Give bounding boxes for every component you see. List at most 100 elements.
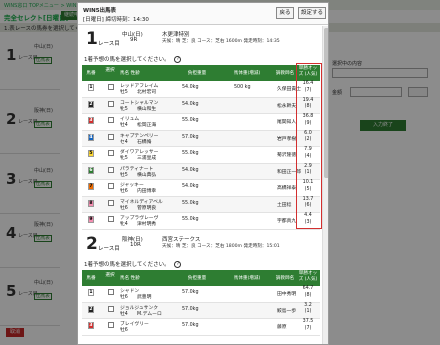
col-gate: 馬番 [86, 276, 96, 281]
race-name: 西宮ステークス [162, 237, 201, 243]
carried-weight: 55.0kg [182, 217, 199, 222]
carried-weight: 57.0kg [182, 290, 199, 295]
win-odds: 3.2 [304, 302, 312, 308]
race-info: 天候：晴 芝：良 コース：芝右 1800m 発走時刻：15:01 [162, 244, 280, 249]
select-checkbox[interactable] [108, 117, 114, 123]
set-button[interactable]: 設定する [298, 7, 326, 19]
jockey-name: 三浦皇成 [137, 156, 157, 161]
back-button[interactable]: 戻る [276, 7, 294, 19]
sex-age: 牡6 [120, 295, 128, 300]
modal-subtitle: [日曜日] 締切時刻：14:30 [83, 17, 149, 23]
jockey-name: 横山和生 [137, 106, 157, 112]
modal-header: WIN5出馬表 [日曜日] 締切時刻：14:30 戻る 設定する [78, 3, 328, 25]
select-checkbox[interactable] [108, 305, 114, 312]
select-checkbox[interactable] [108, 166, 114, 173]
sex-age: 牡6 [120, 328, 128, 333]
gate-number: 2 [88, 305, 94, 313]
race-no: 9R [130, 37, 138, 43]
modal-body: 1 レース目 中山(日) 9R 木更津特別 天候：晴 芝：良 コース：芝右 16… [78, 26, 322, 344]
trainer-name: 土田稔 [277, 202, 292, 208]
trainer-name: 松永幹夫 [277, 103, 297, 109]
gate-number: 4 [88, 133, 94, 141]
table-header: 馬番 選択 馬名 性齢 負担重量 馬体重(増減) 調教師名 単勝オッズ (人気) [82, 270, 320, 286]
odds-cell: 64.7 (8) [299, 286, 317, 299]
select-checkbox[interactable] [108, 133, 114, 140]
instruction: 1着予想の馬を選択してください。 ? [84, 260, 182, 268]
trainer-name: 藤原 [277, 325, 287, 330]
select-checkbox[interactable] [108, 84, 114, 90]
table-row[interactable]: 8 マイネルディアベル 牡6 菅原明良 55.0kg 土田稔 13.7 (6) [82, 196, 320, 213]
gate-number: 3 [88, 117, 94, 124]
sex-age: 牡4 [120, 123, 128, 128]
col-body-weight: 馬体重(増減) [233, 276, 261, 281]
carried-weight: 54.0kg [182, 184, 199, 189]
odds-cell: 3.2 (1) [299, 303, 317, 316]
popularity: (8) [304, 292, 312, 298]
select-checkbox[interactable] [108, 199, 114, 206]
sex-age: 牝5 [120, 156, 128, 161]
table-row[interactable]: 7 ジャッキー 牡6 内田博幸 54.0kg 高橋祥泰 10.1 (5) [82, 180, 320, 197]
race-header: 2 レース目 阪神(日) 10R 西宮ステークス 天候：晴 芝：良 コース：芝右… [78, 234, 322, 256]
race-card-modal: WIN5出馬表 [日曜日] 締切時刻：14:30 戻る 設定する 1 レース目 … [77, 2, 329, 345]
odds-cell: 37.5 (7) [299, 319, 317, 332]
help-icon[interactable]: ? [174, 261, 182, 268]
select-checkbox[interactable] [108, 183, 114, 189]
jockey-name: 内田博幸 [137, 189, 157, 194]
win-odds: 64.7 [302, 286, 314, 291]
jockey-name: 松岡正海 [137, 123, 157, 128]
carried-weight: 54.0kg [182, 101, 199, 107]
jockey-name: 津村明秀 [137, 222, 157, 227]
sex-age: 牡4 [120, 311, 128, 317]
jockey-name: 北村宏司 [137, 90, 157, 95]
race-label: レース目 [98, 246, 120, 252]
win-odds: 37.5 [302, 319, 314, 324]
gate-number: 8 [88, 199, 94, 207]
trainer-name: 宇都真九 [277, 219, 297, 224]
select-checkbox[interactable] [108, 289, 114, 295]
gate-number: 6 [88, 166, 94, 174]
select-checkbox[interactable] [108, 150, 114, 156]
col-select: 選択 [105, 68, 115, 73]
help-icon[interactable]: ? [174, 56, 182, 63]
table-row[interactable]: 1 レッドアフレイム 牡5 北村宏司 54.0kg 500 kg 久保田貴士 16.4 (7) [82, 81, 320, 98]
carried-weight: 55.0kg [182, 118, 199, 123]
table-row[interactable]: 2 ジョルジュサンク 牡4 M.デムーロ 57.0kg 鮫島一歩 3.2 (1) [82, 302, 320, 319]
modal-title: WIN5出馬表 [83, 8, 117, 14]
carried-weight: 55.0kg [182, 151, 199, 156]
instruction-text: 1着予想の馬を選択してください。 [84, 57, 170, 63]
col-select: 選択 [105, 273, 115, 278]
gate-number: 1 [88, 289, 94, 296]
table-row[interactable]: 3 ブレイヴリー 牡6 57.0kg 藤原 37.5 (7) [82, 319, 320, 336]
table-header: 馬番 選択 馬名 性齢 負担重量 馬体重(増減) 調教師名 単勝オッズ (人気) [82, 65, 320, 81]
race-no: 10R [130, 242, 141, 248]
sex-age: 牝5 [120, 106, 128, 112]
table-row[interactable]: 2 コートシャルマン 牝5 横山和生 54.0kg 松永幹夫 19.4 (8) [82, 97, 320, 114]
select-checkbox[interactable] [108, 322, 114, 328]
table-row[interactable]: 9 アップラヴレーヴ 牝4 津村明秀 55.0kg 宇都真九 4.4 (3) [82, 213, 320, 230]
trainer-name: 田中秀明 [277, 292, 297, 297]
table-row[interactable]: 4 キャプテンペリー セ4 石橋脩 57.0kg 岩戸孝樹 6.0 (2) [82, 130, 320, 147]
select-checkbox[interactable] [108, 216, 114, 222]
race-number: 2 [86, 234, 98, 254]
race-name: 木更津特別 [162, 32, 190, 38]
col-odds: 単勝オッズ (人気) [298, 271, 318, 282]
sex-age: 牡5 [120, 90, 128, 95]
carried-weight: 57.0kg [182, 306, 199, 312]
modal-scrollbar[interactable] [322, 26, 328, 344]
table-row[interactable]: 6 パラティナート 牡5 横山典弘 54.0kg 和田正一郎 2.9 (1) [82, 163, 320, 180]
select-checkbox[interactable] [108, 100, 114, 107]
scrollbar-thumb[interactable] [324, 28, 328, 178]
race-label: レース目 [98, 41, 120, 47]
carried-weight: 57.0kg [182, 134, 199, 140]
gate-number: 3 [88, 322, 94, 329]
trainer-name: 菊沢隆徳 [277, 153, 297, 158]
table-row[interactable]: 3 イリュム 牡4 松岡正海 55.0kg 尾関知人 36.8 (9) [82, 114, 320, 131]
table-row[interactable]: 5 ダイワアレッサー 牝5 三浦皇成 55.0kg 菊沢隆徳 7.9 (4) [82, 147, 320, 164]
race-header: 1 レース目 中山(日) 9R 木更津特別 天候：晴 芝：良 コース：芝右 16… [78, 29, 322, 51]
col-weight: 負担重量 [187, 71, 207, 76]
table-row[interactable]: 1 シャドン 牡6 武豊明 57.0kg 田中秀明 64.7 (8) [82, 286, 320, 303]
sex-age: 牝4 [120, 222, 128, 227]
popularity: (1) [304, 309, 312, 314]
trainer-name: 高橋祥泰 [277, 186, 297, 191]
jockey-name: 横山典弘 [137, 172, 157, 178]
